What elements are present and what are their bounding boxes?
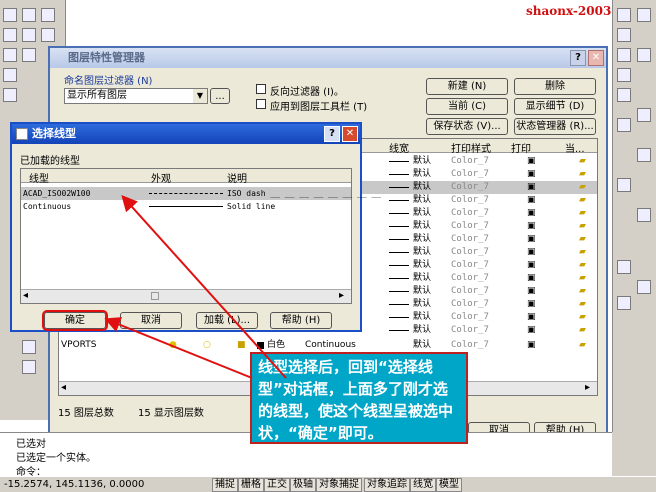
arrow-to-ok [104, 317, 253, 379]
arrow-to-linetype [121, 195, 287, 379]
annotation-arrows [104, 195, 287, 379]
